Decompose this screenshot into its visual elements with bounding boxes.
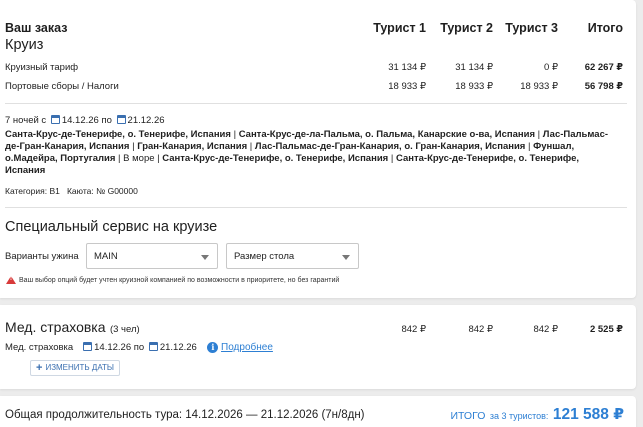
tour-duration: Общая продолжительность тура: 14.12.2026… (5, 409, 365, 421)
order-title: Ваш заказ (5, 21, 68, 35)
port-fees-t1: 18 933 ₽ (388, 81, 426, 92)
date-to: 21.12.26 (127, 115, 165, 126)
total-for-label: за 3 туристов: (489, 411, 549, 421)
col-tourist-1: Турист 1 (373, 21, 426, 35)
dinner-label: Варианты ужина (5, 251, 79, 262)
category-label: Категория: (5, 186, 48, 196)
option-warning-text: Ваш выбор опций будет учтен круизной ком… (19, 277, 340, 284)
row-port-fees-label: Портовые сборы / Налоги (5, 81, 119, 92)
order-subtitle: Круиз (5, 37, 44, 53)
row-cruise-fare-label: Круизный тариф (5, 62, 79, 73)
insurance-people: (3 чел) (109, 324, 140, 335)
plus-icon: + (36, 362, 43, 374)
route-port: Санта-Крус-де-Тенерифе, о. Тенерифе, Исп… (162, 153, 389, 164)
cruise-dates: 7 ночей с 14.12.26 по 21.12.26 (5, 115, 165, 126)
total-amount: 121 588 ₽ (552, 406, 624, 423)
insurance-heading: Мед. страховка (3 чел) (5, 319, 140, 337)
col-total: Итого (587, 21, 623, 35)
calendar-icon (148, 342, 158, 351)
route-port: Санта-Крус-де-Тенерифе, о. Тенерифе, Исп… (5, 129, 231, 140)
port-fees-t2: 18 933 ₽ (455, 81, 493, 92)
nights-label: 7 ночей с (5, 115, 47, 126)
divider (5, 103, 627, 104)
cruise-fare-t2: 31 134 ₽ (455, 62, 493, 73)
order-card: Ваш заказ Круиз Турист 1 Турист 2 Турист… (0, 0, 636, 298)
route-port: В море (123, 153, 155, 164)
special-service-title: Специальный сервис на круизе (5, 219, 218, 235)
calendar-icon (50, 115, 60, 124)
insurance-by-label: по (133, 342, 145, 353)
table-size-placeholder: Размер стола (234, 251, 295, 262)
table-size-select[interactable]: Размер стола (226, 243, 359, 269)
cruise-fare-t3: 0 ₽ (544, 62, 558, 73)
cruise-route: Санта-Крус-де-Тенерифе, о. Тенерифе, Исп… (5, 129, 609, 176)
total-label: ИТОГО (450, 410, 486, 422)
insurance-title: Мед. страховка (5, 319, 106, 335)
cruise-fare-total: 62 267 ₽ (584, 62, 623, 73)
by-label: по (101, 115, 112, 126)
route-port: Гран-Канария, Испания (137, 141, 248, 152)
chevron-down-icon (201, 255, 209, 260)
port-fees-total: 56 798 ₽ (584, 81, 623, 92)
category-value: B1 (49, 186, 60, 196)
warning-icon (6, 276, 16, 284)
cabin-info: Категория: B1 Каюта: № G00000 (5, 186, 138, 196)
insurance-total: 2 525 ₽ (589, 324, 623, 335)
insurance-t1: 842 ₽ (401, 324, 426, 335)
dinner-select-value: MAIN (94, 251, 118, 262)
total-bar: Общая продолжительность тура: 14.12.2026… (0, 396, 636, 427)
insurance-row-label: Мед. страховка (5, 342, 74, 353)
insurance-date-from: 14.12.26 (94, 342, 132, 353)
calendar-icon (116, 115, 126, 124)
insurance-dates-row: Мед. страховка 14.12.26 по 21.12.26 i По… (5, 342, 273, 353)
calendar-icon (83, 342, 93, 351)
details-link[interactable]: Подробнее (221, 342, 273, 353)
divider (5, 207, 627, 208)
route-port: Санта-Крус-де-ла-Пальма, о. Пальма, Кана… (238, 129, 536, 140)
col-tourist-3: Турист 3 (505, 21, 558, 35)
insurance-date-to: 21.12.26 (159, 342, 197, 353)
cabin-value: G00000 (107, 186, 138, 196)
col-tourist-2: Турист 2 (440, 21, 493, 35)
route-port: Лас-Пальмас-де-Гран-Канария, о. Гран-Кан… (254, 141, 526, 152)
port-fees-t3: 18 933 ₽ (520, 81, 558, 92)
cabin-label: Каюта: № (66, 186, 106, 196)
cruise-fare-t1: 31 134 ₽ (388, 62, 426, 73)
info-icon[interactable]: i (207, 342, 219, 353)
insurance-card: Мед. страховка (3 чел) 842 ₽ 842 ₽ 842 ₽… (0, 305, 636, 389)
insurance-t2: 842 ₽ (468, 324, 493, 335)
change-dates-button[interactable]: + ИЗМЕНИТЬ ДАТЫ (30, 360, 121, 376)
grand-total: ИТОГО за 3 туристов: 121 588 ₽ (450, 405, 624, 424)
insurance-t3: 842 ₽ (533, 324, 558, 335)
change-dates-label: ИЗМЕНИТЬ ДАТЫ (45, 363, 115, 372)
dinner-select[interactable]: MAIN (86, 243, 218, 269)
date-from: 14.12.26 (61, 115, 99, 126)
chevron-down-icon (342, 255, 350, 260)
